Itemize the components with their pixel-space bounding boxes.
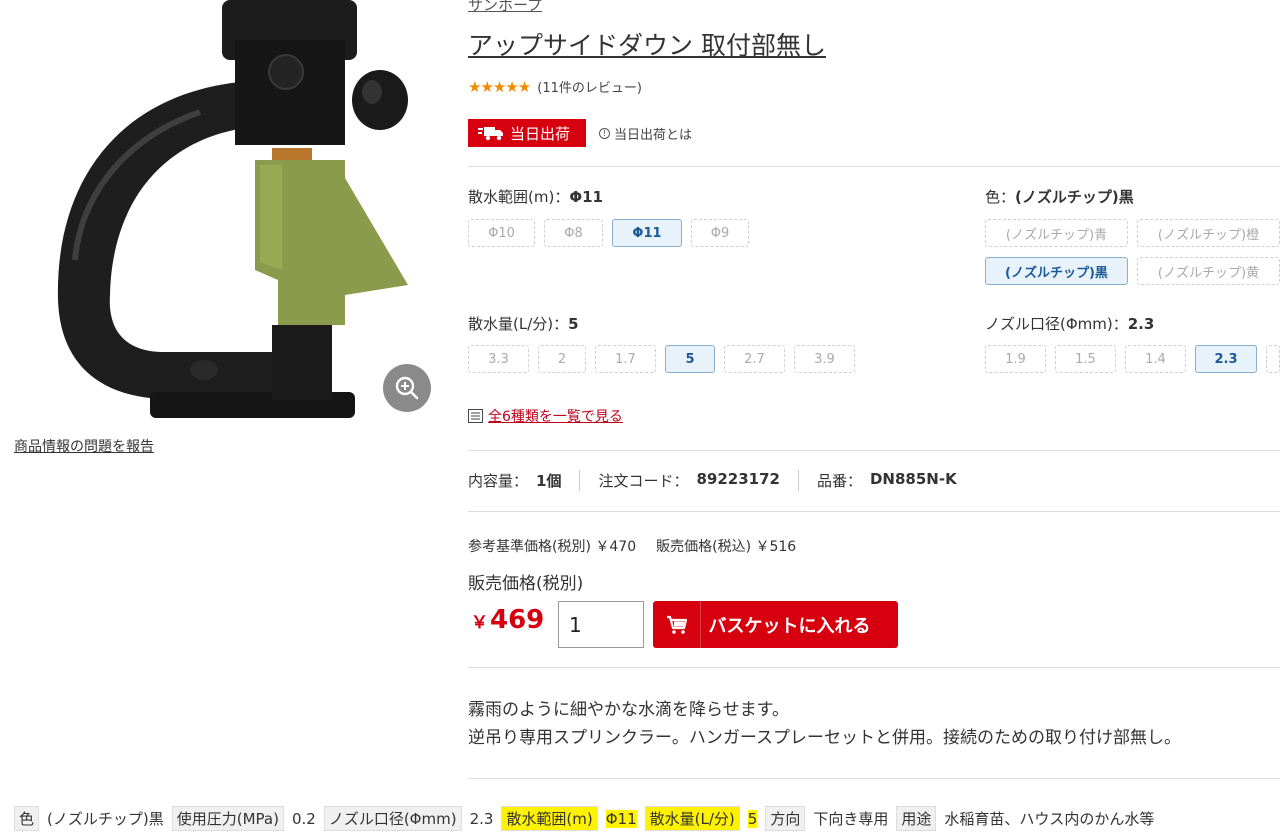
attribute-value: (ノズルチップ)黒 xyxy=(47,810,164,828)
range-option-selected[interactable]: Φ11 xyxy=(612,219,682,247)
attribute-key: 方向 xyxy=(765,806,806,831)
same-day-info-link[interactable]: ! 当日出荷とは xyxy=(599,124,692,143)
part-number: 品番： DN885N-K xyxy=(797,469,975,491)
list-icon xyxy=(468,409,483,423)
description-line: 逆吊り専用スプリンクラー。ハンガースプレーセットと併用。接続のための取り付け部無… xyxy=(468,728,1181,748)
review-count[interactable]: (11件のレビュー) xyxy=(537,77,642,96)
star-rating-icon: ★★★★★ xyxy=(468,77,531,96)
nozzle-label: ノズル口径(Φmm)：2.3 xyxy=(985,315,1155,333)
nozzle-option[interactable]: 1.9 xyxy=(985,345,1046,373)
sprinkler-illustration xyxy=(57,0,408,418)
divider xyxy=(468,450,1280,451)
color-label: 色：(ノズルチップ)黒 xyxy=(985,188,1134,206)
attribute-value: 2.3 xyxy=(469,809,494,828)
content-amount: 内容量： 1個 xyxy=(468,471,562,490)
flow-option[interactable]: 1.7 xyxy=(595,345,656,373)
report-problem-link[interactable]: 商品情報の問題を報告 xyxy=(14,436,154,456)
truck-icon xyxy=(478,127,503,141)
same-day-badge: 当日出荷 xyxy=(468,119,586,147)
product-specs: 内容量： 1個 注文コード： 89223172 品番： DN885N-K xyxy=(468,468,975,492)
rating[interactable]: ★★★★★ (11件のレビュー) xyxy=(468,77,642,97)
nozzle-option-selected[interactable]: 2.3 xyxy=(1195,345,1257,373)
same-day-shipping: 当日出荷 ! 当日出荷とは xyxy=(468,119,692,147)
same-day-label: 当日出荷 xyxy=(510,124,571,143)
attribute-key: ノズル口径(Φmm) xyxy=(323,806,462,831)
product-title[interactable]: アップサイドダウン 取付部無し xyxy=(468,26,826,62)
currency-symbol: ￥ xyxy=(471,613,488,633)
view-all-link[interactable]: 全6種類を一覧で見る xyxy=(468,406,623,426)
flow-label: 散水量(L/分)：5 xyxy=(468,315,579,333)
price-label: 販売価格(税別) xyxy=(468,574,584,594)
range-label: 散水範囲(m)：Φ11 xyxy=(468,188,603,206)
color-option[interactable]: (ノズルチップ)青 xyxy=(985,219,1128,247)
divider xyxy=(468,511,1280,512)
reference-price-ex-tax: 参考基準価格(税別) ￥470 xyxy=(468,539,637,555)
range-option[interactable]: Φ9 xyxy=(691,219,749,247)
quantity-input[interactable] xyxy=(558,601,644,648)
flow-option[interactable]: 2.7 xyxy=(724,345,785,373)
order-code: 注文コード： 89223172 xyxy=(579,469,798,491)
info-icon: ! xyxy=(599,127,610,139)
nozzle-option[interactable]: 1.4 xyxy=(1125,345,1186,373)
attribute-key-highlighted: 散水範囲(m) xyxy=(501,806,598,831)
attribute-key: 使用圧力(MPa) xyxy=(171,806,284,831)
zoom-button[interactable] xyxy=(383,364,431,412)
product-details: サンホープ アップサイドダウン 取付部無し ★★★★★ (11件のレビュー) 当… xyxy=(468,0,1280,780)
price: ￥ 469 xyxy=(471,605,544,635)
nozzle-option[interactable]: 1.5 xyxy=(1055,345,1116,373)
divider xyxy=(468,778,1280,779)
flow-option[interactable]: 3.3 xyxy=(468,345,529,373)
attribute-key: 色 xyxy=(14,806,40,831)
color-option-selected[interactable]: (ノズルチップ)黒 xyxy=(985,257,1128,285)
attribute-value-highlighted: 5 xyxy=(747,809,758,828)
brand-link[interactable]: サンホープ xyxy=(468,0,542,15)
flow-option[interactable]: 3.9 xyxy=(794,345,855,373)
product-description: 霧雨のように細やかな水滴を降らせます。 逆吊り専用スプリンクラー。ハンガースプレ… xyxy=(468,696,1181,752)
attribute-value: 下向き専用 xyxy=(813,810,889,828)
attribute-value-highlighted: Φ11 xyxy=(605,809,637,828)
description-line: 霧雨のように細やかな水滴を降らせます。 xyxy=(468,700,789,720)
add-to-basket-button[interactable]: バスケットに入れる xyxy=(653,601,898,648)
price-value: 469 xyxy=(490,605,545,635)
attribute-key-highlighted: 散水量(L/分) xyxy=(644,806,740,831)
attribute-value: 水稲育苗、ハウス内のかん水等 xyxy=(944,810,1155,828)
zoom-in-icon xyxy=(395,376,419,400)
color-option[interactable]: (ノズルチップ)橙 xyxy=(1137,219,1280,247)
product-image[interactable] xyxy=(0,0,440,430)
color-option[interactable]: (ノズルチップ)黄 xyxy=(1137,257,1280,285)
divider xyxy=(468,667,1280,668)
divider xyxy=(468,166,1280,167)
reference-price: 参考基準価格(税別) ￥470 販売価格(税込) ￥516 xyxy=(468,536,796,556)
range-option[interactable]: Φ8 xyxy=(544,219,603,247)
attribute-list: 色 (ノズルチップ)黒 使用圧力(MPa) 0.2 ノズル口径(Φmm) 2.3… xyxy=(14,806,1162,831)
same-day-info-label: 当日出荷とは xyxy=(614,127,693,143)
reference-price-in-tax: 販売価格(税込) ￥516 xyxy=(656,539,797,555)
flow-option[interactable]: 2 xyxy=(538,345,586,373)
cart-icon xyxy=(653,601,701,648)
range-option[interactable]: Φ10 xyxy=(468,219,535,247)
view-all-label: 全6種類を一覧で見る xyxy=(488,409,623,425)
flow-option-selected[interactable]: 5 xyxy=(665,345,715,373)
attribute-key: 用途 xyxy=(896,806,937,831)
nozzle-option[interactable] xyxy=(1266,345,1280,373)
add-to-basket-label: バスケットに入れる xyxy=(708,615,871,636)
attribute-value: 0.2 xyxy=(291,809,316,828)
